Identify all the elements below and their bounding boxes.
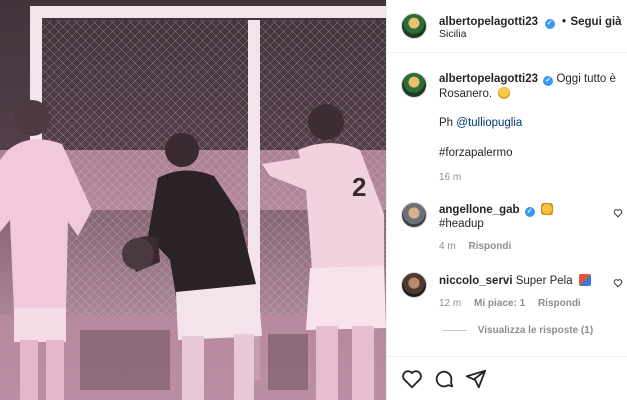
reply-button[interactable]: Rispondi [538, 298, 581, 309]
follow-separator: • [561, 16, 566, 28]
comment-1: angellone_gab ✓ [439, 203, 609, 218]
verified-badge-icon: ✓ [544, 19, 555, 29]
jersey-number: 2 [352, 172, 366, 202]
author-avatar[interactable] [401, 13, 427, 39]
reply-button[interactable]: Rispondi [468, 241, 511, 252]
view-replies-label[interactable]: Visualizza le risposte (1) [478, 325, 593, 336]
comment-likes[interactable]: Mi piace: 1 [474, 298, 525, 309]
comment-2: niccolo_servi Super Pela [439, 274, 609, 289]
goalkeeper-emoji-icon [578, 274, 591, 286]
caption-avatar[interactable] [401, 72, 427, 98]
comment-like-heart-icon[interactable] [613, 278, 623, 288]
verified-badge-icon: ✓ [543, 76, 554, 86]
comment-avatar[interactable] [401, 202, 427, 228]
view-replies-button[interactable]: Visualizza le risposte (1) [443, 325, 593, 336]
comment-time: 12 m [439, 298, 462, 309]
comment-username[interactable]: angellone_gab [439, 204, 520, 216]
comment-time: 4 m [439, 241, 456, 252]
verified-badge-icon: ✓ [524, 207, 535, 217]
comment-bubble-icon[interactable] [433, 368, 455, 390]
share-send-icon[interactable] [465, 368, 487, 390]
post-photo: 2 [0, 0, 386, 400]
caption-time: 16 m [439, 172, 462, 183]
comment-username[interactable]: niccolo_servi [439, 275, 513, 287]
raising-hands-emoji-icon [540, 203, 553, 215]
comment-meta: 4 m Rispondi [439, 241, 511, 252]
photo-credit: Ph @tulliopuglia [439, 116, 522, 131]
comment-meta: 12 m Mi piace: 1 Rispondi [439, 298, 581, 309]
replies-line [443, 329, 467, 331]
comment-text: Super Pela [515, 275, 573, 287]
actions-divider [387, 356, 627, 357]
caption-username[interactable]: albertopelagotti23 [439, 73, 538, 85]
post-photo-image: 2 [0, 0, 386, 400]
star-struck-emoji-icon [498, 87, 511, 99]
follow-button[interactable]: Segui già [570, 16, 621, 28]
comment-like-heart-icon[interactable] [613, 208, 623, 218]
header-divider [387, 52, 627, 53]
comment-hashtag[interactable]: #headup [439, 217, 484, 232]
post-panel: albertopelagotti23 ✓ • Segui già Sicilia… [386, 0, 627, 400]
photo-credit-prefix: Ph [439, 117, 454, 129]
like-heart-icon[interactable] [401, 368, 423, 390]
photo-credit-handle[interactable]: @tulliopuglia [456, 117, 522, 129]
comment-avatar[interactable] [401, 272, 427, 298]
caption: albertopelagotti23 ✓ Oggi tutto è Rosane… [439, 72, 621, 102]
hashtag-link[interactable]: #forzapalermo [439, 146, 513, 161]
post-location[interactable]: Sicilia [439, 27, 466, 42]
